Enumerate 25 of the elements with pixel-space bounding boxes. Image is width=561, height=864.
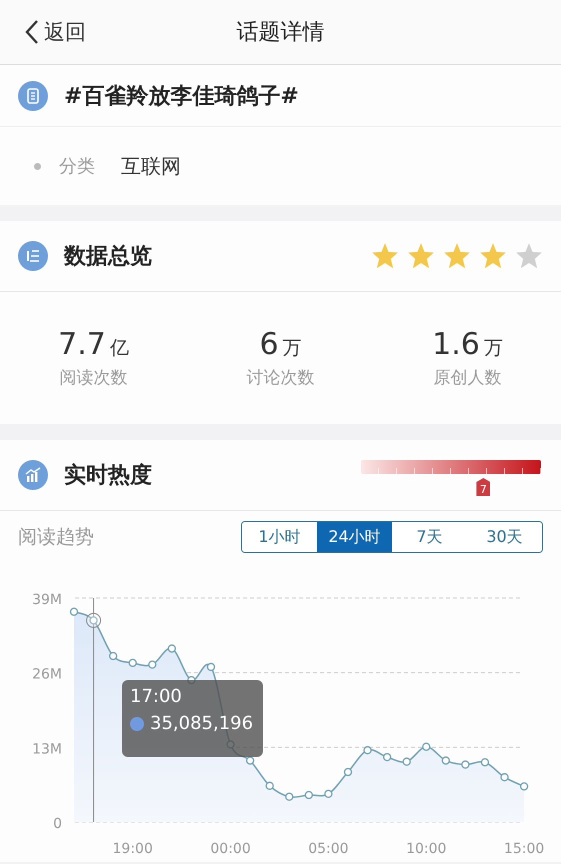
axis-label: 15:00: [504, 841, 544, 857]
stat-value: 6 万: [259, 327, 302, 362]
tooltip-value: 35,085,196: [150, 713, 254, 734]
axis-label: 00:00: [210, 841, 251, 857]
section-title: 实时热度: [64, 462, 152, 490]
axis-label: 10:00: [406, 841, 446, 857]
axis-label: 19:00: [112, 841, 153, 857]
stat-value: 7.7 亿: [58, 327, 129, 362]
category-value: 互联网: [121, 152, 181, 180]
axis-label: 05:00: [308, 841, 349, 857]
category-label: 分类: [59, 155, 95, 178]
page-title: 话题详情: [236, 20, 324, 45]
stat-value: 1.6 万: [432, 327, 503, 362]
axis-label: 0: [53, 816, 62, 832]
tooltip-time: 17:00: [130, 686, 183, 707]
section-title: 数据总览: [64, 243, 152, 271]
topic-title: #百雀羚放李佳琦鸽子#: [64, 82, 299, 110]
stat-label: 原创人数: [434, 367, 502, 389]
axis-label: 26M: [32, 666, 62, 683]
chart-title: 阅读趋势: [18, 525, 94, 550]
heat-marker: 7: [476, 478, 490, 496]
stat-label: 讨论次数: [246, 367, 314, 389]
stat-label: 阅读次数: [60, 367, 128, 389]
axis-label: 39M: [32, 592, 62, 608]
axis-label: 13M: [32, 741, 62, 758]
